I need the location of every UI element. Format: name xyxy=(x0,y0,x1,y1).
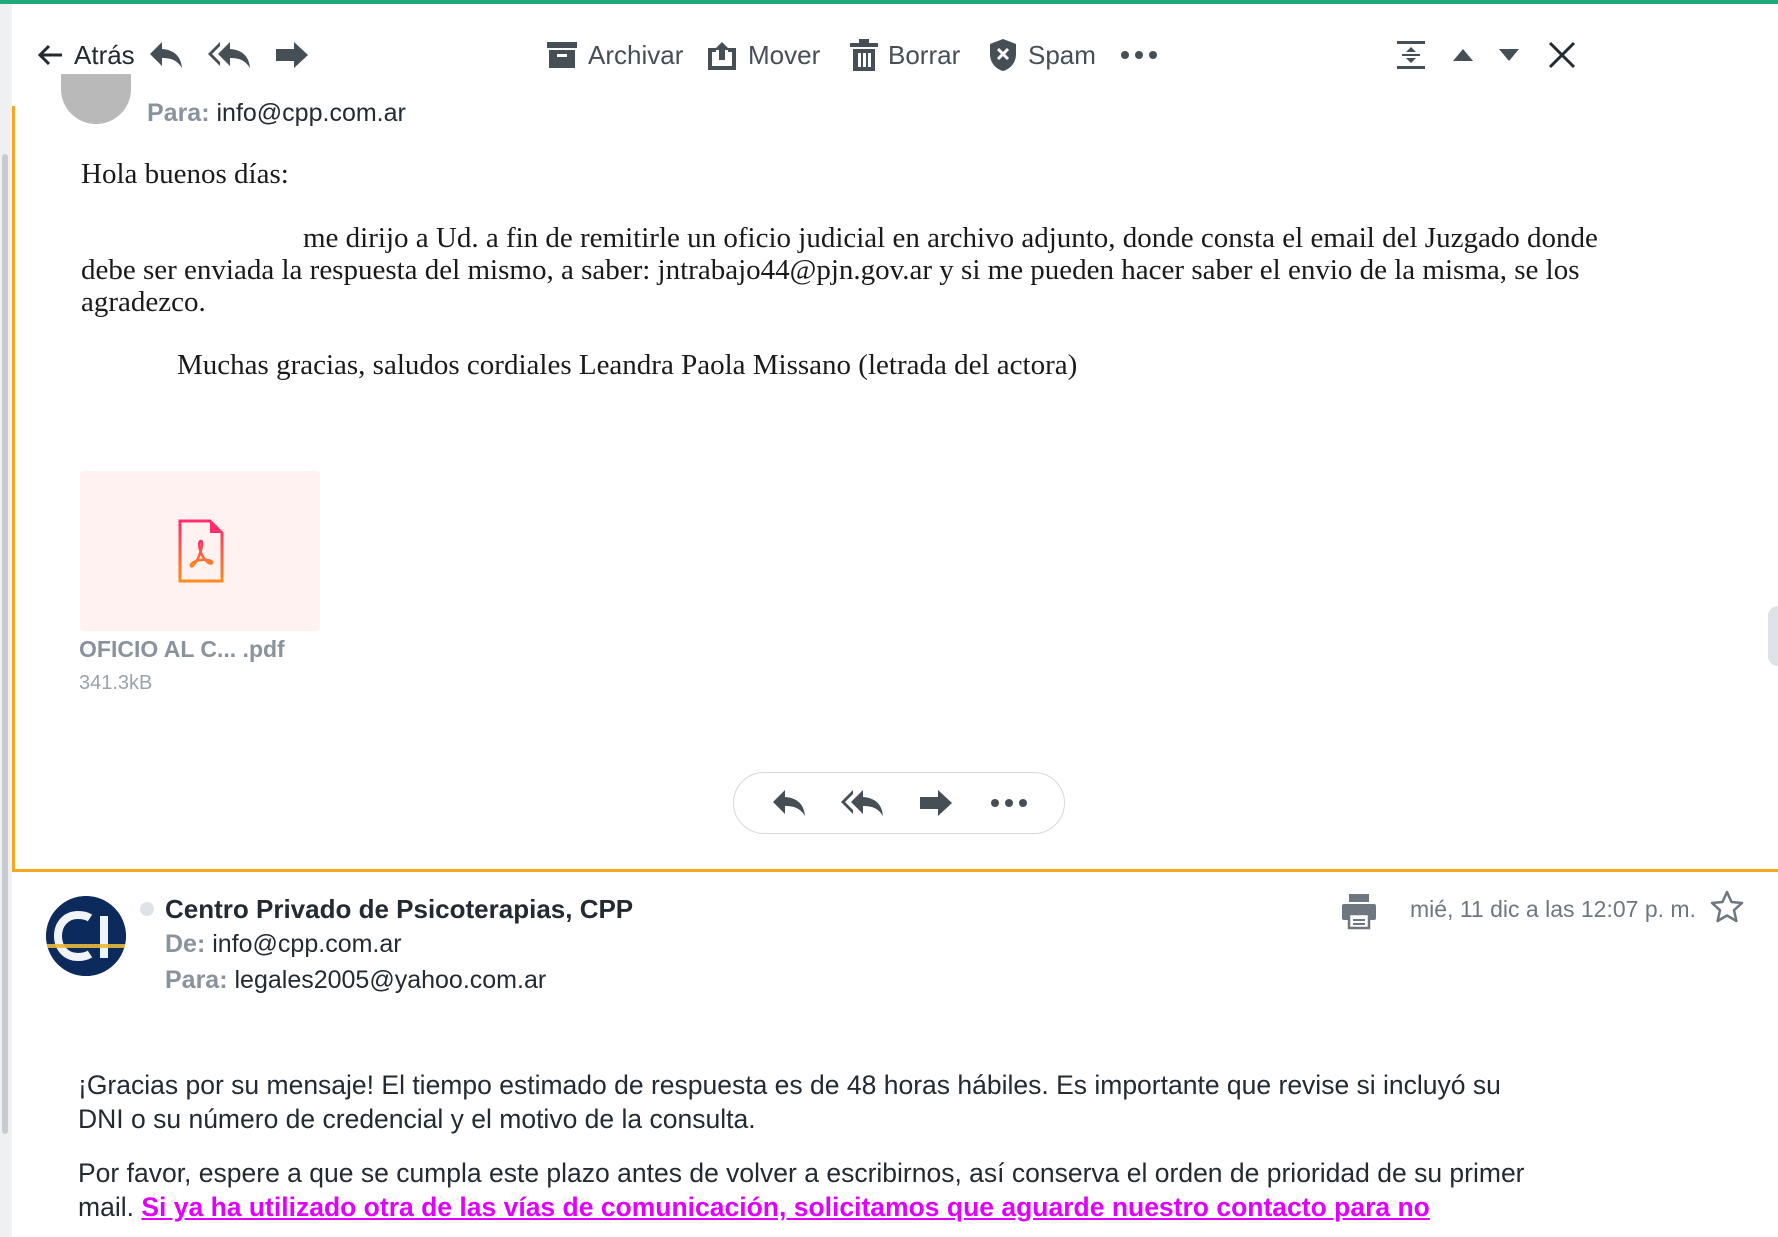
recipient-line: Para: info@cpp.com.ar xyxy=(147,99,406,128)
more-button[interactable] xyxy=(1120,32,1158,78)
to-value[interactable]: legales2005@yahoo.com.ar xyxy=(235,966,547,994)
expand-collapse-button[interactable] xyxy=(1396,32,1426,78)
body-line-with-link: mail. Si ya ha utilizado otra de las vía… xyxy=(78,1190,1718,1224)
side-handle[interactable] xyxy=(1768,606,1778,666)
expand-collapse-icon xyxy=(1397,41,1425,69)
archive-icon xyxy=(547,42,577,68)
scrollbar-thumb[interactable] xyxy=(2,154,8,1134)
cpp-logo-icon xyxy=(46,896,126,976)
avatar xyxy=(61,74,131,124)
greeting: Hola buenos días: xyxy=(81,158,289,190)
more-icon xyxy=(1121,51,1157,59)
move-button[interactable]: Mover xyxy=(706,32,820,78)
attachment-name[interactable]: OFICIO AL C... .pdf xyxy=(79,636,285,663)
avatar xyxy=(46,896,126,976)
delete-label: Borrar xyxy=(888,39,961,70)
from-label: De: xyxy=(165,930,206,958)
forward-button[interactable] xyxy=(274,32,310,78)
back-label: Atrás xyxy=(74,39,135,70)
reply-icon xyxy=(772,790,805,816)
next-message-button[interactable] xyxy=(1498,32,1520,78)
close-button[interactable] xyxy=(1548,32,1576,78)
attachment-thumbnail[interactable] xyxy=(80,471,320,631)
to-label: Para: xyxy=(147,99,210,127)
reply-all-button[interactable] xyxy=(208,32,250,78)
reply-all-icon xyxy=(208,42,250,68)
more-icon xyxy=(991,799,1028,807)
body-line: DNI o su número de credencial y el motiv… xyxy=(78,1104,756,1134)
close-icon xyxy=(1548,41,1576,69)
caret-down-icon xyxy=(1499,49,1519,61)
message-card-selected: Para: info@cpp.com.ar Hola buenos días: … xyxy=(12,74,1778,872)
message-toolbar: Atrás Archivar Mover Borrar Spam xyxy=(12,4,1778,107)
forward-icon xyxy=(276,42,308,68)
message-card: Centro Privado de Psicoterapias, CPP De:… xyxy=(12,872,1778,1237)
shield-icon xyxy=(990,39,1016,71)
move-icon xyxy=(708,42,736,70)
body-line: ¡Gracias por su mensaje! El tiempo estim… xyxy=(78,1070,1501,1100)
body-text: mail. xyxy=(78,1192,134,1222)
spam-button[interactable]: Spam xyxy=(988,32,1096,78)
spam-label: Spam xyxy=(1028,39,1096,70)
scrollbar[interactable] xyxy=(0,4,12,1237)
recipient-line: Para: legales2005@yahoo.com.ar xyxy=(165,966,546,995)
to-label: Para: xyxy=(165,966,228,994)
arrow-left-icon xyxy=(37,44,62,66)
reply-button[interactable] xyxy=(148,32,184,78)
pdf-icon xyxy=(178,519,224,583)
paragraph-line: agradezco. xyxy=(81,286,206,318)
back-button[interactable]: Atrás xyxy=(36,32,135,78)
star-icon xyxy=(1710,890,1744,923)
sender-name[interactable]: Centro Privado de Psicoterapias, CPP xyxy=(165,894,633,925)
reply-button[interactable] xyxy=(763,783,815,823)
more-button[interactable] xyxy=(983,783,1035,823)
delete-button[interactable]: Borrar xyxy=(850,32,960,78)
reply-icon xyxy=(150,42,182,68)
message-body-paragraph: Por favor, espere a que se cumpla este p… xyxy=(78,1156,1718,1224)
printer-icon xyxy=(1342,894,1376,930)
forward-button[interactable] xyxy=(910,783,962,823)
forward-icon xyxy=(919,790,952,816)
archive-button[interactable]: Archivar xyxy=(546,32,683,78)
caret-up-icon xyxy=(1453,49,1473,61)
paragraph-line: me dirijo a Ud. a fin de remitirle un of… xyxy=(303,222,1598,254)
message-datetime: mié, 11 dic a las 12:07 p. m. xyxy=(1410,896,1696,922)
message-body-paragraph: ¡Gracias por su mensaje! El tiempo estim… xyxy=(78,1068,1718,1136)
print-button[interactable] xyxy=(1340,892,1378,930)
reply-all-icon xyxy=(841,790,884,816)
to-value[interactable]: info@cpp.com.ar xyxy=(217,99,406,127)
archive-label: Archivar xyxy=(588,39,684,70)
from-line: De: info@cpp.com.ar xyxy=(165,930,402,959)
attachment-size: 341.3kB xyxy=(79,672,153,694)
paragraph-line: debe ser enviada la respuesta del mismo,… xyxy=(81,254,1580,286)
trash-icon xyxy=(850,39,878,71)
info-link[interactable]: Si ya ha utilizado otra de las vías de c… xyxy=(141,1192,1430,1222)
body-line: Por favor, espere a que se cumpla este p… xyxy=(78,1158,1525,1188)
star-button[interactable] xyxy=(1710,890,1744,924)
message-actions-bar xyxy=(733,772,1065,834)
reply-all-button[interactable] xyxy=(836,783,888,823)
signature: Muchas gracias, saludos cordiales Leandr… xyxy=(177,349,1078,381)
from-value[interactable]: info@cpp.com.ar xyxy=(212,930,401,958)
previous-message-button[interactable] xyxy=(1452,32,1474,78)
move-label: Mover xyxy=(748,39,821,70)
unread-indicator[interactable] xyxy=(140,902,154,916)
